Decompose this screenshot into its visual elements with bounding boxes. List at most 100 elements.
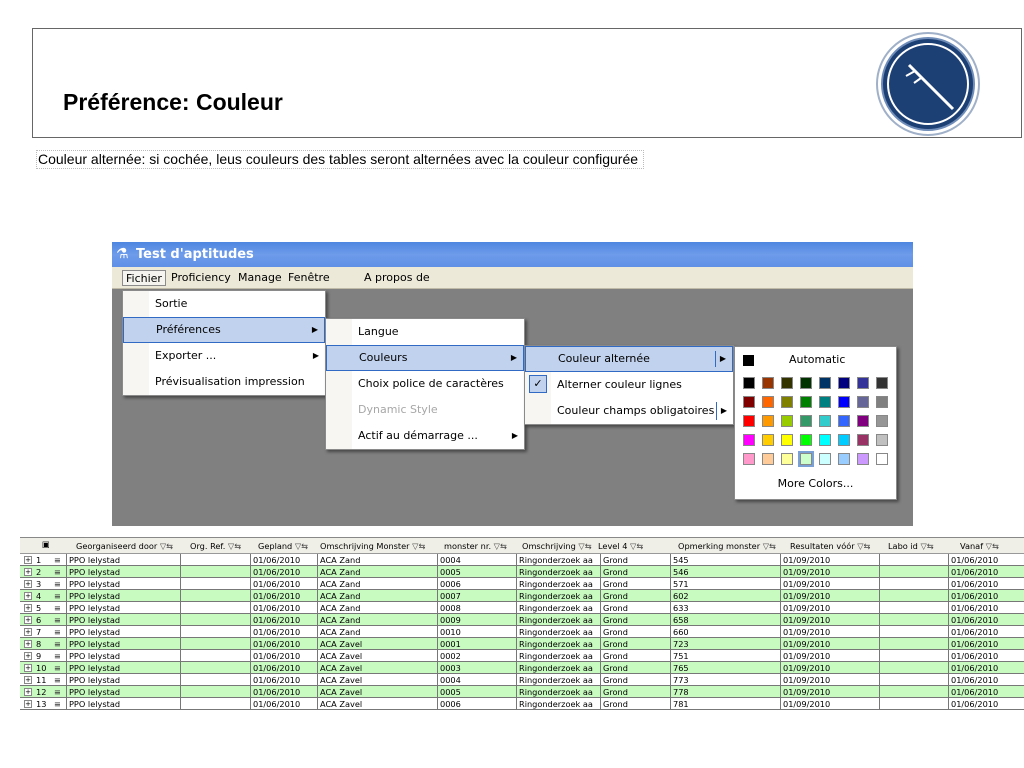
- menu-fichier[interactable]: Fichier: [122, 270, 166, 286]
- expand-icon[interactable]: +: [24, 628, 32, 636]
- filter-icon[interactable]: ▽⇆: [918, 541, 933, 551]
- row-detail-icon[interactable]: ≡: [54, 614, 61, 626]
- color-swatch[interactable]: [819, 434, 831, 446]
- color-swatch[interactable]: [819, 396, 831, 408]
- expand-icon[interactable]: +: [24, 700, 32, 708]
- color-swatch[interactable]: [876, 377, 888, 389]
- menu-item-previsualisation[interactable]: Prévisualisation impression: [123, 369, 325, 395]
- table-row[interactable]: +11 ≡ PPO lelystad 01/06/2010 ACA Zavel 0004 R…: [20, 674, 1024, 686]
- table-row[interactable]: +3 ≡ PPO lelystad 01/06/2010 ACA Zand 0006 Rin…: [20, 578, 1024, 590]
- table-row[interactable]: +1 ≡ PPO lelystad 01/06/2010 ACA Zand 0004 Rin…: [20, 554, 1024, 566]
- color-swatch[interactable]: [743, 377, 755, 389]
- table-row[interactable]: +8 ≡ PPO lelystad 01/06/2010 ACA Zavel 0001 Ri…: [20, 638, 1024, 650]
- column-header[interactable]: Vanaf ▽⇆: [960, 541, 999, 551]
- color-swatch[interactable]: [857, 377, 869, 389]
- expand-icon[interactable]: +: [24, 604, 32, 612]
- expand-icon[interactable]: +: [24, 676, 32, 684]
- color-swatch[interactable]: [876, 453, 888, 465]
- column-header[interactable]: Resultaten vóór ▽⇆: [790, 541, 870, 551]
- column-header[interactable]: Level 4 ▽⇆: [598, 541, 643, 551]
- color-swatch[interactable]: [762, 377, 774, 389]
- column-chooser-icon[interactable]: ▣: [42, 539, 50, 549]
- color-swatch[interactable]: [876, 396, 888, 408]
- expand-icon[interactable]: +: [24, 652, 32, 660]
- row-detail-icon[interactable]: ≡: [54, 698, 61, 710]
- color-swatch[interactable]: [781, 377, 793, 389]
- column-header[interactable]: Org. Ref. ▽⇆: [190, 541, 241, 551]
- row-detail-icon[interactable]: ≡: [54, 674, 61, 686]
- color-swatch[interactable]: [876, 415, 888, 427]
- color-swatch[interactable]: [857, 434, 869, 446]
- filter-icon[interactable]: ▽⇆: [292, 541, 308, 551]
- expand-icon[interactable]: +: [24, 664, 32, 672]
- column-header[interactable]: Gepland ▽⇆: [258, 541, 308, 551]
- color-swatch[interactable]: [819, 377, 831, 389]
- color-swatch[interactable]: [798, 451, 814, 467]
- row-detail-icon[interactable]: ≡: [54, 566, 61, 578]
- color-swatch[interactable]: [857, 453, 869, 465]
- row-detail-icon[interactable]: ≡: [54, 602, 61, 614]
- filter-icon[interactable]: ▽⇆: [225, 541, 241, 551]
- expand-icon[interactable]: +: [24, 640, 32, 648]
- row-detail-icon[interactable]: ≡: [54, 590, 61, 602]
- color-swatch[interactable]: [762, 396, 774, 408]
- filter-icon[interactable]: ▽⇆: [627, 541, 643, 551]
- color-swatch[interactable]: [819, 453, 831, 465]
- expand-icon[interactable]: +: [24, 568, 32, 576]
- filter-icon[interactable]: ▽⇆: [855, 541, 870, 551]
- menu-item-preferences[interactable]: Préférences ▶: [123, 317, 325, 343]
- expand-icon[interactable]: +: [24, 580, 32, 588]
- color-swatch[interactable]: [876, 434, 888, 446]
- color-swatch[interactable]: [838, 377, 850, 389]
- color-swatch[interactable]: [800, 396, 812, 408]
- color-swatch[interactable]: [800, 377, 812, 389]
- color-swatch[interactable]: [838, 434, 850, 446]
- more-colors-button[interactable]: More Colors...: [735, 477, 896, 490]
- color-swatch[interactable]: [781, 434, 793, 446]
- table-row[interactable]: +2 ≡ PPO lelystad 01/06/2010 ACA Zand 0005 Rin…: [20, 566, 1024, 578]
- menu-item-alterner-couleur[interactable]: ✓ Alterner couleur lignes: [525, 372, 733, 398]
- menu-fenetre[interactable]: Fenêtre: [285, 270, 333, 286]
- color-swatch[interactable]: [838, 453, 850, 465]
- menu-item-couleurs[interactable]: Couleurs ▶: [326, 345, 524, 371]
- menu-item-choix-police[interactable]: Choix police de caractères: [326, 371, 524, 397]
- column-header[interactable]: Georganiseerd door ▽⇆: [76, 541, 173, 551]
- menu-item-exporter[interactable]: Exporter ... ▶: [123, 343, 325, 369]
- color-swatch[interactable]: [800, 434, 812, 446]
- row-detail-icon[interactable]: ≡: [54, 686, 61, 698]
- expand-icon[interactable]: +: [24, 592, 32, 600]
- color-swatch[interactable]: [857, 396, 869, 408]
- color-swatch[interactable]: [743, 396, 755, 408]
- menu-a-propos[interactable]: A propos de: [361, 270, 433, 286]
- table-row[interactable]: +7 ≡ PPO lelystad 01/06/2010 ACA Zand 0010 Rin…: [20, 626, 1024, 638]
- color-swatch[interactable]: [781, 415, 793, 427]
- row-detail-icon[interactable]: ≡: [54, 554, 61, 566]
- menu-item-actif-demarrage[interactable]: Actif au démarrage ... ▶: [326, 423, 524, 449]
- color-swatch[interactable]: [762, 434, 774, 446]
- automatic-label[interactable]: Automatic: [789, 353, 845, 366]
- color-swatch[interactable]: [857, 415, 869, 427]
- column-header[interactable]: Opmerking monster ▽⇆: [678, 541, 776, 551]
- column-header[interactable]: Omschrijving Monster ▽⇆: [320, 541, 425, 551]
- column-header[interactable]: monster nr. ▽⇆: [444, 541, 507, 551]
- row-detail-icon[interactable]: ≡: [54, 626, 61, 638]
- row-detail-icon[interactable]: ≡: [54, 662, 61, 674]
- table-row[interactable]: +10 ≡ PPO lelystad 01/06/2010 ACA Zavel 0003 R…: [20, 662, 1024, 674]
- color-swatch[interactable]: [838, 415, 850, 427]
- column-header[interactable]: Omschrijving ▽⇆: [522, 541, 592, 551]
- table-row[interactable]: +12 ≡ PPO lelystad 01/06/2010 ACA Zavel 0005 R…: [20, 686, 1024, 698]
- color-swatch[interactable]: [762, 453, 774, 465]
- menu-proficiency[interactable]: Proficiency: [168, 270, 234, 286]
- filter-icon[interactable]: ▽⇆: [983, 541, 999, 551]
- expand-icon[interactable]: +: [24, 616, 32, 624]
- table-row[interactable]: +13 ≡ PPO lelystad 01/06/2010 ACA Zavel 0006 R…: [20, 698, 1024, 710]
- menu-item-langue[interactable]: Langue: [326, 319, 524, 345]
- color-swatch[interactable]: [743, 434, 755, 446]
- table-row[interactable]: +6 ≡ PPO lelystad 01/06/2010 ACA Zand 0009 Rin…: [20, 614, 1024, 626]
- color-swatch[interactable]: [762, 415, 774, 427]
- expand-icon[interactable]: +: [24, 688, 32, 696]
- color-swatch[interactable]: [781, 396, 793, 408]
- color-swatch[interactable]: [838, 396, 850, 408]
- automatic-color-swatch[interactable]: [743, 355, 754, 366]
- table-row[interactable]: +5 ≡ PPO lelystad 01/06/2010 ACA Zand 0008 Rin…: [20, 602, 1024, 614]
